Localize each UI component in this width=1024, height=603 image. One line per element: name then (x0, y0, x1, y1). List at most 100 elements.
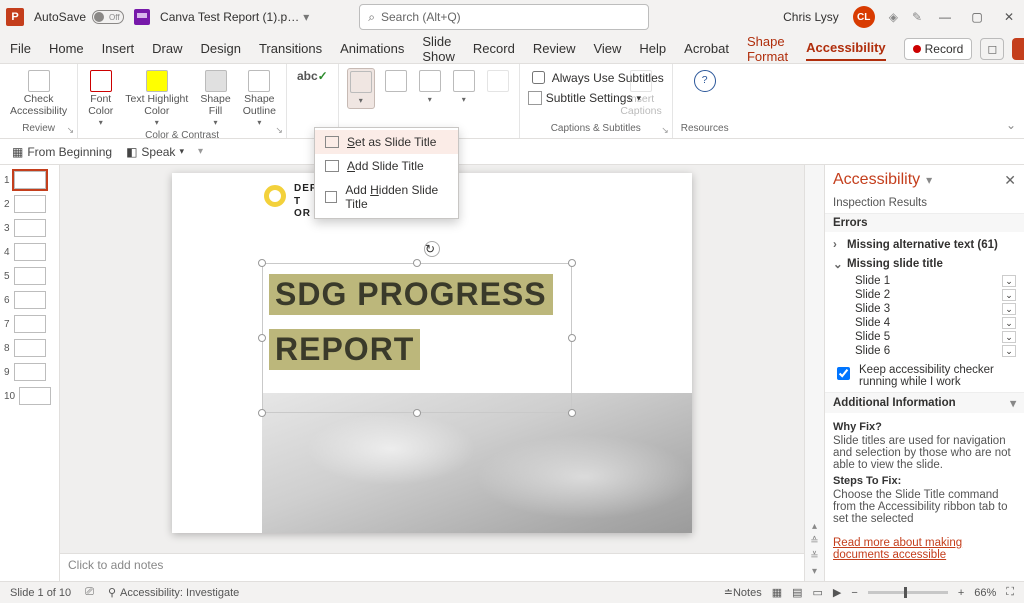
user-avatar[interactable]: CL (853, 6, 875, 28)
record-button[interactable]: Record (904, 38, 973, 60)
tab-record[interactable]: Record (473, 37, 515, 60)
menu-add-slide-title[interactable]: Add Slide Title (315, 154, 458, 178)
status-a11y[interactable]: ⚲Accessibility: Investigate (108, 586, 239, 599)
pen-icon[interactable]: ✎ (912, 10, 922, 24)
tab-animations[interactable]: Animations (340, 37, 404, 60)
thumb-5[interactable]: 5 (4, 267, 55, 285)
thumb-7[interactable]: 7 (4, 315, 55, 333)
resize-handle[interactable] (568, 409, 576, 417)
tab-slideshow[interactable]: Slide Show (422, 30, 455, 68)
missing-title-slide-item[interactable]: Slide 1⌄ (855, 274, 1016, 288)
next-slide-icon[interactable]: ≚ (810, 551, 818, 562)
thumb-9[interactable]: 9 (4, 363, 55, 381)
rotate-handle-icon[interactable]: ↻ (424, 241, 440, 257)
insert-captions-button: Insert Captions (618, 68, 663, 119)
tab-acrobat[interactable]: Acrobat (684, 37, 729, 60)
autosave-control[interactable]: AutoSave Off (34, 10, 124, 24)
thumb-10[interactable]: 10 (4, 387, 55, 405)
resize-handle[interactable] (568, 334, 576, 342)
menu-add-hidden-slide-title[interactable]: Add Hidden Slide Title (315, 178, 458, 216)
missing-title-slide-item[interactable]: Slide 5⌄ (855, 330, 1016, 344)
resize-handle[interactable] (413, 259, 421, 267)
save-icon[interactable] (134, 9, 150, 25)
scroll-up-icon[interactable]: ▴ (812, 521, 817, 532)
from-beginning-button[interactable]: ▦From Beginning (12, 145, 112, 159)
notes-placeholder[interactable]: Click to add notes (60, 553, 804, 581)
fit-window-icon[interactable]: ⛶ (1006, 586, 1014, 599)
reading-order-button[interactable] (383, 68, 409, 96)
thumb-3[interactable]: 3 (4, 219, 55, 237)
thumb-2[interactable]: 2 (4, 195, 55, 213)
tab-view[interactable]: View (593, 37, 621, 60)
comments-icon[interactable]: ◻ (980, 38, 1004, 60)
pane-options-icon[interactable]: ▾ (926, 173, 932, 187)
collapse-ribbon-icon[interactable]: ⌄ (1006, 118, 1016, 132)
maximize-button[interactable]: ▢ (968, 10, 986, 24)
resize-handle[interactable] (258, 409, 266, 417)
thumb-6[interactable]: 6 (4, 291, 55, 309)
share-button[interactable]: ⇪Share (1012, 38, 1024, 60)
tab-shape-format[interactable]: Shape Format (747, 30, 788, 68)
resize-handle[interactable] (258, 334, 266, 342)
resize-handle[interactable] (568, 259, 576, 267)
close-pane-button[interactable]: ✕ (1004, 172, 1016, 189)
error-missing-title[interactable]: ⌄Missing slide title (833, 254, 1016, 274)
speak-button[interactable]: ◧Speak▾ (126, 145, 184, 159)
error-missing-alt[interactable]: ›Missing alternative text (61) (833, 236, 1016, 254)
font-color-button[interactable]: Font Color (86, 68, 115, 130)
prev-slide-icon[interactable]: ≙ (810, 536, 818, 547)
keep-checker-running[interactable]: Keep accessibility checker running while… (825, 360, 1024, 392)
autosave-toggle-icon[interactable]: Off (92, 10, 124, 24)
resize-handle[interactable] (413, 409, 421, 417)
minimize-button[interactable]: — (936, 10, 954, 24)
tab-help[interactable]: Help (639, 37, 666, 60)
slide-thumbnails[interactable]: 1 2 3 4 5 6 7 8 9 10 (0, 165, 60, 581)
scroll-down-icon[interactable]: ▾ (812, 566, 817, 577)
tab-draw[interactable]: Draw (152, 37, 182, 60)
view-normal-icon[interactable]: ▦ (772, 586, 782, 599)
search-input[interactable]: ⌕ Search (Alt+Q) (359, 4, 649, 30)
view-slideshow-icon[interactable]: ▶ (833, 586, 841, 599)
spelling-button[interactable]: abc✓ (295, 68, 330, 87)
thumb-1[interactable]: 1 (4, 171, 55, 189)
slide-scrollbar[interactable]: ▴ ≙ ≚ ▾ (804, 165, 824, 581)
thumb-4[interactable]: 4 (4, 243, 55, 261)
thumb-8[interactable]: 8 (4, 339, 55, 357)
close-button[interactable]: ✕ (1000, 10, 1018, 24)
document-name[interactable]: Canva Test Report (1).p…▾ (160, 10, 309, 24)
missing-title-slide-item[interactable]: Slide 6⌄ (855, 344, 1016, 358)
tab-accessibility[interactable]: Accessibility (806, 36, 886, 61)
menu-set-as-slide-title[interactable]: Set as Slide Title (315, 130, 458, 154)
tab-transitions[interactable]: Transitions (259, 37, 322, 60)
tab-review[interactable]: Review (533, 37, 576, 60)
missing-title-slide-item[interactable]: Slide 2⌄ (855, 288, 1016, 302)
highlight-color-button[interactable]: Text Highlight Color (123, 68, 190, 130)
zoom-level[interactable]: 66% (974, 587, 996, 599)
slide-canvas[interactable]: DEPARTMEN T OR AGENCY ↻ SDG PROGRESS REP… (172, 173, 692, 533)
status-lang-icon[interactable]: ⎚ (85, 586, 94, 599)
read-more-link[interactable]: Read more about making documents accessi… (833, 537, 962, 561)
diamond-icon[interactable]: ◈ (889, 10, 898, 24)
zoom-in-button[interactable]: + (958, 587, 964, 599)
tab-insert[interactable]: Insert (102, 37, 135, 60)
resize-handle[interactable] (258, 259, 266, 267)
group-review: Check Accessibility Review ↘ (0, 64, 78, 138)
view-reading-icon[interactable]: ▭ (813, 586, 823, 599)
tab-file[interactable]: File (10, 37, 31, 60)
missing-title-slide-item[interactable]: Slide 3⌄ (855, 302, 1016, 316)
tab-design[interactable]: Design (201, 37, 241, 60)
tab-home[interactable]: Home (49, 37, 84, 60)
slide-title-button[interactable] (347, 68, 375, 109)
missing-title-slide-item[interactable]: Slide 4⌄ (855, 316, 1016, 330)
zoom-slider[interactable] (868, 591, 948, 594)
group-button[interactable] (451, 68, 477, 107)
shape-outline-button[interactable]: Shape Outline (241, 68, 278, 130)
check-accessibility-button[interactable]: Check Accessibility (8, 68, 69, 119)
alt-text-button[interactable] (417, 68, 443, 107)
zoom-out-button[interactable]: − (851, 587, 857, 599)
notes-toggle[interactable]: ≐Notes (724, 586, 762, 599)
view-sorter-icon[interactable]: ▤ (792, 586, 802, 599)
shape-fill-button[interactable]: Shape Fill (198, 68, 232, 130)
selected-text-box[interactable]: SDG PROGRESS REPORT (262, 263, 572, 413)
a11y-help-button[interactable]: ? (692, 68, 718, 96)
